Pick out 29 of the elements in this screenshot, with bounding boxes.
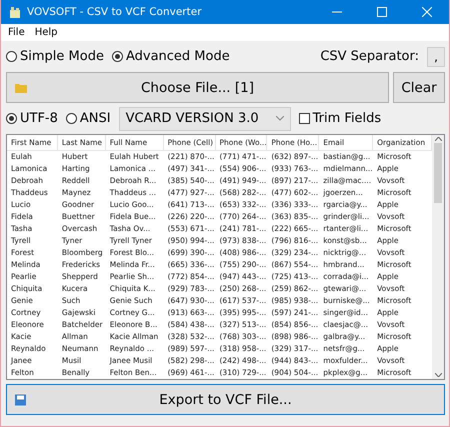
scroll-down-icon[interactable]: [434, 373, 442, 377]
mode-radio[interactable]: Advanced Mode: [112, 49, 230, 64]
chevron-icon: [276, 116, 284, 121]
separator-label: CSV Separator:: [320, 49, 419, 64]
maximize-icon: [376, 7, 386, 17]
mode-radio[interactable]: Simple Mode: [6, 49, 104, 64]
export-button[interactable]: Export to VCF File...: [6, 384, 445, 415]
clear-button[interactable]: Clear: [393, 72, 445, 103]
separator-field[interactable]: ,: [427, 46, 445, 66]
menu-item[interactable]: Help: [34, 27, 58, 38]
radio-indicator[interactable]: [66, 113, 77, 124]
encoding-radio[interactable]: UTF-8: [6, 111, 58, 126]
choose-file-button[interactable]: Choose File... [1]: [6, 72, 389, 103]
scrollbar[interactable]: [432, 135, 444, 379]
window-title: VOVSOFT - CSV to VCF Converter: [27, 6, 203, 18]
scroll-up-icon[interactable]: [434, 137, 442, 141]
radio-indicator[interactable]: [112, 51, 123, 62]
save-icon: [15, 394, 26, 405]
scrollbar-thumb[interactable]: [434, 143, 442, 203]
app-icon: [9, 6, 21, 18]
menu-item[interactable]: File: [8, 27, 25, 38]
radio-indicator[interactable]: [6, 113, 17, 124]
version-select[interactable]: VCARD VERSION 3.0: [118, 106, 291, 130]
trim-fields-checkbox[interactable]: Trim Fields: [298, 111, 382, 126]
encoding-radio[interactable]: ANSI: [66, 111, 111, 126]
close-icon: [422, 7, 432, 17]
checkbox-indicator[interactable]: [298, 113, 310, 124]
folder-icon: [15, 82, 27, 92]
radio-indicator[interactable]: [6, 51, 17, 62]
